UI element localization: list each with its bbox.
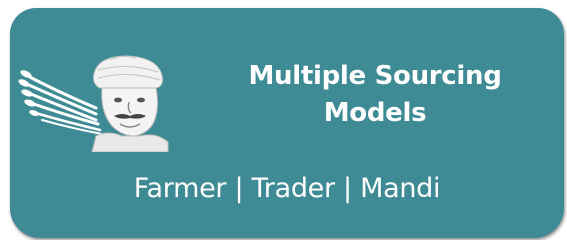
sourcing-models-card: Multiple Sourcing Models Farmer | Trader… [10, 8, 564, 238]
card-title: Multiple Sourcing Models [248, 61, 502, 128]
card-subtitle: Farmer | Trader | Mandi [133, 173, 441, 204]
farmer-with-turban-and-wheat-icon [18, 55, 169, 152]
